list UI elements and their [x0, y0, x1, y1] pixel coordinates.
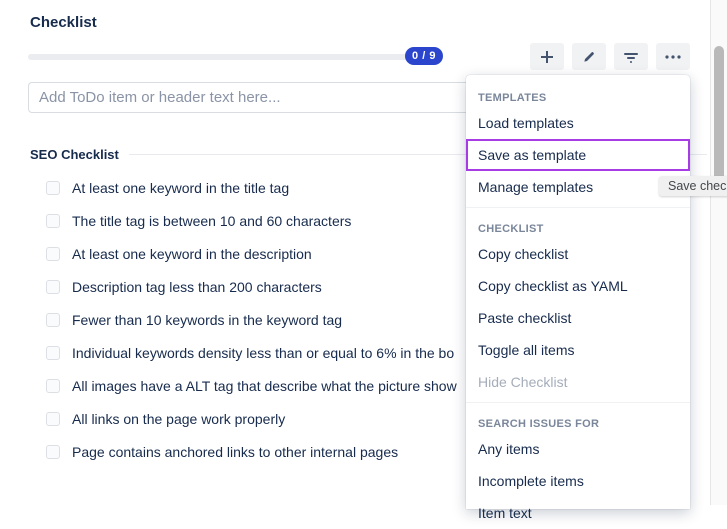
- checklist-item: All links on the page work properly: [46, 405, 285, 433]
- checklist-item: At least one keyword in the title tag: [46, 174, 289, 202]
- checkbox[interactable]: [46, 247, 60, 261]
- checkbox[interactable]: [46, 313, 60, 327]
- filter-icon: [623, 49, 639, 65]
- tooltip: Save checkli: [659, 176, 727, 196]
- menu-item-paste-checklist[interactable]: Paste checklist: [466, 302, 690, 334]
- checklist-item-label[interactable]: The title tag is between 10 and 60 chara…: [72, 213, 351, 229]
- menu-item-manage-templates[interactable]: Manage templates: [466, 171, 690, 203]
- checklist-toolbar: [530, 43, 690, 70]
- menu-section-header: CHECKLIST: [466, 212, 690, 238]
- checklist-item: Page contains anchored links to other in…: [46, 438, 398, 466]
- scrollbar-thumb[interactable]: [714, 46, 724, 188]
- progress-badge: 0 / 9: [405, 47, 443, 65]
- checkbox[interactable]: [46, 214, 60, 228]
- progress-bar: [28, 54, 425, 60]
- checklist-item-label[interactable]: At least one keyword in the title tag: [72, 180, 289, 196]
- checklist-item: At least one keyword in the description: [46, 240, 312, 268]
- menu-section-header: TEMPLATES: [466, 81, 690, 107]
- more-button[interactable]: [656, 43, 690, 70]
- add-item-button[interactable]: [530, 43, 564, 70]
- checklist-item-label[interactable]: At least one keyword in the description: [72, 246, 312, 262]
- checkbox[interactable]: [46, 280, 60, 294]
- more-actions-menu: TEMPLATES Load templates Save as templat…: [466, 75, 690, 509]
- checklist-item-label[interactable]: Individual keywords density less than or…: [72, 345, 454, 361]
- checkbox[interactable]: [46, 346, 60, 360]
- menu-item-toggle-all-items[interactable]: Toggle all items: [466, 334, 690, 366]
- checklist-item: Fewer than 10 keywords in the keyword ta…: [46, 306, 342, 334]
- checklist-item: Individual keywords density less than or…: [46, 339, 454, 367]
- menu-item-copy-checklist-yaml[interactable]: Copy checklist as YAML: [466, 270, 690, 302]
- checkbox[interactable]: [46, 445, 60, 459]
- checklist-item: All images have a ALT tag that describe …: [46, 372, 457, 400]
- checklist-item-label[interactable]: Description tag less than 200 characters: [72, 279, 322, 295]
- checklist-item: The title tag is between 10 and 60 chara…: [46, 207, 351, 235]
- checklist-item-label[interactable]: All images have a ALT tag that describe …: [72, 378, 457, 394]
- menu-divider: [466, 207, 690, 208]
- plus-icon: [540, 50, 554, 64]
- menu-item-incomplete-items[interactable]: Incomplete items: [466, 465, 690, 497]
- menu-item-hide-checklist: Hide Checklist: [466, 366, 690, 398]
- section-title: SEO Checklist: [30, 147, 119, 162]
- page-title: Checklist: [30, 14, 97, 31]
- edit-button[interactable]: [572, 43, 606, 70]
- menu-item-load-templates[interactable]: Load templates: [466, 107, 690, 139]
- checkbox[interactable]: [46, 379, 60, 393]
- scrollbar-track[interactable]: [710, 0, 727, 505]
- pencil-icon: [582, 50, 596, 64]
- menu-section-header: SEARCH ISSUES FOR: [466, 407, 690, 433]
- menu-item-save-as-template[interactable]: Save as template: [466, 139, 690, 171]
- menu-item-any-items[interactable]: Any items: [466, 433, 690, 465]
- ellipsis-icon: [665, 55, 681, 59]
- checkbox[interactable]: [46, 181, 60, 195]
- menu-item-copy-checklist[interactable]: Copy checklist: [466, 238, 690, 270]
- checklist-item: Description tag less than 200 characters: [46, 273, 322, 301]
- menu-item-item-text[interactable]: Item text: [466, 497, 690, 529]
- checklist-item-label[interactable]: Page contains anchored links to other in…: [72, 444, 398, 460]
- menu-divider: [466, 402, 690, 403]
- checkbox[interactable]: [46, 412, 60, 426]
- filter-button[interactable]: [614, 43, 648, 70]
- checklist-item-label[interactable]: All links on the page work properly: [72, 411, 285, 427]
- checklist-item-label[interactable]: Fewer than 10 keywords in the keyword ta…: [72, 312, 342, 328]
